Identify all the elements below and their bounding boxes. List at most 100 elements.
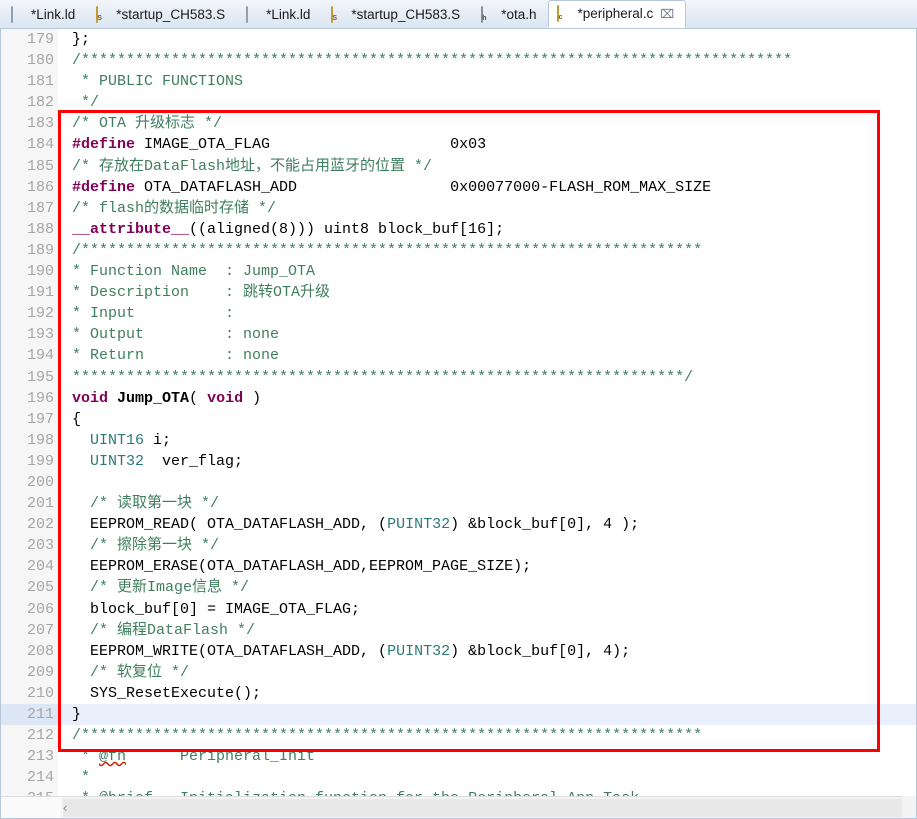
line-number: 214 [1, 767, 58, 788]
code-line[interactable]: 194* Return : none [1, 345, 917, 366]
editor-tab-link-ld[interactable]: *Link.ld [2, 0, 87, 28]
code-line[interactable]: 193* Output : none [1, 324, 917, 345]
code-line[interactable]: 204 EEPROM_ERASE(OTA_DATAFLASH_ADD,EEPRO… [1, 556, 917, 577]
code-line[interactable]: 179}; [1, 29, 917, 50]
code-text[interactable] [58, 472, 917, 493]
code-text[interactable]: } [58, 704, 917, 725]
code-text[interactable]: /* 软复位 */ [58, 662, 917, 683]
code-text[interactable]: * Description : 跳转OTA升级 [58, 282, 917, 303]
code-line[interactable]: 203 /* 擦除第一块 */ [1, 535, 917, 556]
code-text[interactable]: UINT32 ver_flag; [58, 451, 917, 472]
code-line[interactable]: 213 * @fn Peripheral_Init [1, 746, 917, 767]
code-line[interactable]: 207 /* 编程DataFlash */ [1, 620, 917, 641]
code-text[interactable]: __attribute__((aligned(8))) uint8 block_… [58, 219, 917, 240]
code-line[interactable]: 210 SYS_ResetExecute(); [1, 683, 917, 704]
code-text[interactable]: SYS_ResetExecute(); [58, 683, 917, 704]
code-text[interactable]: EEPROM_READ( OTA_DATAFLASH_ADD, (PUINT32… [58, 514, 917, 535]
line-number: 210 [1, 683, 58, 704]
editor-tab-startup_ch583-s[interactable]: S*startup_CH583.S [322, 0, 472, 28]
code-line[interactable]: 198 UINT16 i; [1, 430, 917, 451]
code-token: /* 读取第一块 */ [72, 495, 219, 512]
code-text[interactable]: * Input : [58, 303, 917, 324]
editor-tab-startup_ch583-s[interactable]: S*startup_CH583.S [87, 0, 237, 28]
code-line[interactable]: 185/* 存放在DataFlash地址，不能占用蓝牙的位置 */ [1, 156, 917, 177]
code-line[interactable]: 209 /* 软复位 */ [1, 662, 917, 683]
code-text[interactable]: { [58, 409, 917, 430]
code-token: i; [144, 432, 171, 449]
code-text[interactable]: /* 存放在DataFlash地址，不能占用蓝牙的位置 */ [58, 156, 917, 177]
code-text[interactable]: UINT16 i; [58, 430, 917, 451]
code-text[interactable]: * @fn Peripheral_Init [58, 746, 917, 767]
code-viewport[interactable]: 179};180/*******************************… [1, 29, 917, 796]
code-text[interactable]: /* 更新Image信息 */ [58, 577, 917, 598]
code-line[interactable]: 186#define OTA_DATAFLASH_ADD 0x00077000-… [1, 177, 917, 198]
horizontal-scrollbar[interactable]: ‹ [1, 796, 916, 818]
line-number: 204 [1, 556, 58, 577]
editor-tab-ota-h[interactable]: h*ota.h [472, 0, 548, 28]
code-line[interactable]: 212/************************************… [1, 725, 917, 746]
code-text[interactable]: /***************************************… [58, 50, 917, 71]
editor-tab-link-ld[interactable]: *Link.ld [237, 0, 322, 28]
code-text[interactable]: /* 擦除第一块 */ [58, 535, 917, 556]
scrollbar-thumb[interactable] [63, 799, 914, 817]
code-text[interactable]: * Function Name : Jump_OTA [58, 261, 917, 282]
code-text[interactable]: /***************************************… [58, 725, 917, 746]
code-token: /***************************************… [72, 727, 702, 744]
code-text[interactable]: ****************************************… [58, 367, 917, 388]
code-line[interactable]: 191* Description : 跳转OTA升级 [1, 282, 917, 303]
line-number: 202 [1, 514, 58, 535]
code-line[interactable]: 182 */ [1, 92, 917, 113]
code-text[interactable]: EEPROM_ERASE(OTA_DATAFLASH_ADD,EEPROM_PA… [58, 556, 917, 577]
code-text[interactable]: */ [58, 92, 917, 113]
code-token: /* 擦除第一块 */ [72, 537, 219, 554]
close-icon[interactable]: ⌧ [660, 8, 674, 20]
code-token: /* 存放在DataFlash地址，不能占用蓝牙的位置 */ [72, 158, 432, 175]
scroll-left-button[interactable] [1, 797, 61, 818]
code-text[interactable]: /***************************************… [58, 240, 917, 261]
code-text[interactable]: block_buf[0] = IMAGE_OTA_FLAG; [58, 599, 917, 620]
code-line[interactable]: 195*************************************… [1, 367, 917, 388]
code-line[interactable]: 206 block_buf[0] = IMAGE_OTA_FLAG; [1, 599, 917, 620]
code-line[interactable]: 181 * PUBLIC FUNCTIONS [1, 71, 917, 92]
code-editor[interactable]: 179};180/*******************************… [0, 29, 917, 819]
code-line[interactable]: 196void Jump_OTA( void ) [1, 388, 917, 409]
code-line[interactable]: 197{ [1, 409, 917, 430]
code-text[interactable]: void Jump_OTA( void ) [58, 388, 917, 409]
code-text[interactable]: /* 读取第一块 */ [58, 493, 917, 514]
code-text[interactable]: * Output : none [58, 324, 917, 345]
code-text[interactable]: }; [58, 29, 917, 50]
code-text[interactable]: #define OTA_DATAFLASH_ADD 0x00077000-FLA… [58, 177, 917, 198]
code-line[interactable]: 188__attribute__((aligned(8))) uint8 blo… [1, 219, 917, 240]
code-line[interactable]: 190* Function Name : Jump_OTA [1, 261, 917, 282]
code-token: /* OTA 升级标志 */ [72, 115, 222, 132]
code-line[interactable]: 199 UINT32 ver_flag; [1, 451, 917, 472]
code-text[interactable]: /* 编程DataFlash */ [58, 620, 917, 641]
code-line[interactable]: 205 /* 更新Image信息 */ [1, 577, 917, 598]
code-text[interactable]: #define IMAGE_OTA_FLAG 0x03 [58, 134, 917, 155]
scroll-left-arrow-icon[interactable]: ‹ [63, 800, 67, 815]
code-text[interactable]: EEPROM_WRITE(OTA_DATAFLASH_ADD, (PUINT32… [58, 641, 917, 662]
code-line[interactable]: 208 EEPROM_WRITE(OTA_DATAFLASH_ADD, (PUI… [1, 641, 917, 662]
code-line[interactable]: 211} [1, 704, 917, 725]
code-line[interactable]: 200 [1, 472, 917, 493]
code-token: * Function Name : Jump_OTA [72, 263, 315, 280]
code-token: /***************************************… [72, 52, 792, 69]
code-line[interactable]: 183/* OTA 升级标志 */ [1, 113, 917, 134]
code-text[interactable]: * @brief Initialization function for the… [58, 788, 917, 796]
code-line[interactable]: 180/************************************… [1, 50, 917, 71]
code-line[interactable]: 215 * @brief Initialization function for… [1, 788, 917, 796]
code-line[interactable]: 192* Input : [1, 303, 917, 324]
code-text[interactable]: /* flash的数据临时存储 */ [58, 198, 917, 219]
code-line[interactable]: 201 /* 读取第一块 */ [1, 493, 917, 514]
code-text[interactable]: * [58, 767, 917, 788]
editor-tab-peripheral-c[interactable]: c*peripheral.c⌧ [548, 0, 686, 28]
code-line[interactable]: 189/************************************… [1, 240, 917, 261]
code-text[interactable]: * Return : none [58, 345, 917, 366]
code-line[interactable]: 202 EEPROM_READ( OTA_DATAFLASH_ADD, (PUI… [1, 514, 917, 535]
code-line[interactable]: 214 * [1, 767, 917, 788]
code-text[interactable]: * PUBLIC FUNCTIONS [58, 71, 917, 92]
code-text[interactable]: /* OTA 升级标志 */ [58, 113, 917, 134]
code-line[interactable]: 184#define IMAGE_OTA_FLAG 0x03 [1, 134, 917, 155]
code-token: OTA_DATAFLASH_ADD 0x00077000-FLASH_ROM_M… [135, 179, 711, 196]
code-line[interactable]: 187/* flash的数据临时存储 */ [1, 198, 917, 219]
